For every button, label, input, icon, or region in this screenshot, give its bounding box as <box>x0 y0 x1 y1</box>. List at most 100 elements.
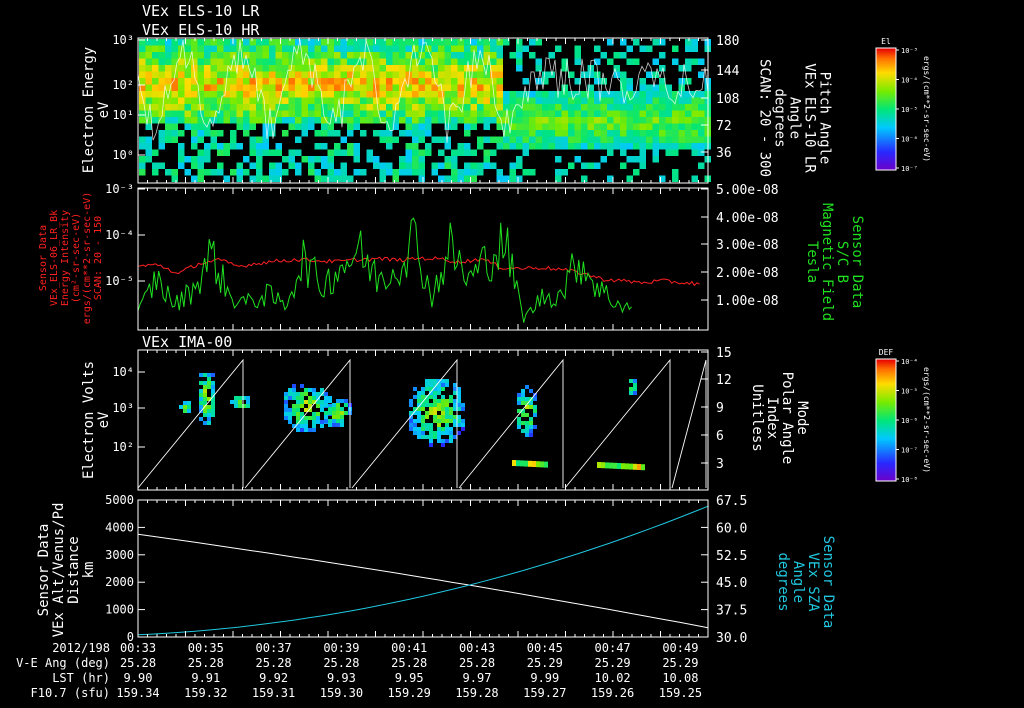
els-spectrogram-cell <box>249 143 256 150</box>
ima-spectrogram-cell <box>320 408 324 412</box>
els-spectrogram-cell <box>204 156 211 163</box>
els-spectrogram-cell <box>275 169 282 176</box>
els-spectrogram-cell <box>243 117 250 124</box>
els-spectrogram-cell <box>184 110 191 117</box>
ima-spectrogram-cell <box>453 419 457 423</box>
els-spectrogram-cell <box>529 136 536 143</box>
els-spectrogram-cell <box>139 136 146 143</box>
els-spectrogram-cell <box>334 143 341 150</box>
els-spectrogram-cell <box>574 136 581 143</box>
els-spectrogram-cell <box>152 52 159 59</box>
els-spectrogram-cell <box>444 175 451 182</box>
time-axis-cell: 159.30 <box>320 686 363 700</box>
els-spectrogram-cell <box>431 110 438 117</box>
ima-spectrogram-ylabel: Electron Volts eV <box>81 361 112 479</box>
els-spectrogram-cell <box>568 123 575 130</box>
els-spectrogram-cell <box>347 110 354 117</box>
els-spectrogram-cell <box>321 39 328 46</box>
els-spectrogram-cell <box>340 78 347 85</box>
els-spectrogram-cell <box>503 97 510 104</box>
els-spectrogram-cell <box>568 110 575 117</box>
els-spectrogram-cell <box>548 117 555 124</box>
ima-spectrogram-cell <box>453 407 457 411</box>
ima-spectrogram-cell <box>429 403 433 407</box>
els-spectrogram-cell <box>685 97 692 104</box>
els-spectrogram-cell <box>145 156 152 163</box>
els-spectrogram-cell <box>620 104 627 111</box>
els-spectrogram-cell <box>204 78 211 85</box>
ima-spectrogram-cell <box>433 403 437 407</box>
els-spectrogram-cell <box>139 162 146 169</box>
ima-spectrogram-cell <box>238 400 242 404</box>
els-spectrogram-cell <box>574 117 581 124</box>
els-spectrogram-cell <box>405 84 412 91</box>
ima-spectrogram-cell <box>300 396 304 400</box>
els-spectrogram-cell <box>334 84 341 91</box>
els-spectrogram-cell <box>334 130 341 137</box>
els-spectrogram-cell <box>288 110 295 117</box>
els-spectrogram-cell <box>444 143 451 150</box>
ima-spectrogram-cell <box>433 407 437 411</box>
els-spectrogram-cell <box>340 45 347 52</box>
els-spectrogram-cell <box>230 110 237 117</box>
energy-intensity-and-magnetic-field-y2-tick-label: 1.00e-08 <box>716 294 779 309</box>
energy-intensity-and-magnetic-field-ylabel-line: Sensor Data <box>38 225 49 291</box>
els-spectrogram-cell <box>282 58 289 65</box>
els-spectrogram-cell <box>496 175 503 182</box>
els-spectrogram-cell <box>223 149 230 156</box>
els-spectrogram-cell <box>191 84 198 91</box>
els-spectrogram-cell <box>379 169 386 176</box>
els-spectrogram-cell <box>392 52 399 59</box>
ima-spectrogram-cell <box>445 439 449 443</box>
els-spectrogram-y2-tick-label: 144 <box>716 64 740 79</box>
ima-spectrogram-cell <box>207 417 211 421</box>
els-spectrogram-cell <box>509 143 516 150</box>
els-spectrogram-cell <box>191 130 198 137</box>
els-spectrogram-cell <box>646 117 653 124</box>
els-spectrogram-cell <box>678 117 685 124</box>
els-spectrogram-cell <box>509 97 516 104</box>
time-axis-cell: 159.31 <box>252 686 295 700</box>
els-spectrogram-cell <box>568 104 575 111</box>
els-spectrogram-cell <box>620 52 627 59</box>
ima-spectrogram-cell <box>284 412 288 416</box>
els-spectrogram-cell <box>340 52 347 59</box>
els-spectrogram-cell <box>360 110 367 117</box>
els-spectrogram-cell <box>555 104 562 111</box>
ima-spectrogram-cell <box>629 391 633 395</box>
els-spectrogram-cell <box>139 117 146 124</box>
els-spectrogram-cell <box>698 123 705 130</box>
time-axis-cell: 159.32 <box>184 686 227 700</box>
time-axis-cell: 00:47 <box>595 641 631 655</box>
els-spectrogram-cell <box>171 84 178 91</box>
els-spectrogram-cell <box>451 52 458 59</box>
els-spectrogram-cell <box>379 136 386 143</box>
els-spectrogram-cell <box>470 97 477 104</box>
energy-intensity-and-magnetic-field-y2label-line: S/C B <box>834 241 850 283</box>
els-spectrogram-cell <box>633 136 640 143</box>
els-spectrogram-cell <box>646 104 653 111</box>
els-spectrogram-cell <box>613 110 620 117</box>
els-spectrogram-cell <box>269 175 276 182</box>
els-spectrogram-cell <box>178 162 185 169</box>
els-spectrogram-cell <box>236 97 243 104</box>
els-spectrogram-cell <box>470 39 477 46</box>
els-spectrogram-cell <box>152 39 159 46</box>
time-axis-cell: 10.02 <box>595 671 631 685</box>
els-spectrogram-cell <box>535 123 542 130</box>
els-spectrogram-cell <box>145 104 152 111</box>
els-spectrogram-cell <box>334 78 341 85</box>
els-spectrogram-cell <box>496 104 503 111</box>
els-spectrogram-cell <box>600 91 607 98</box>
els-spectrogram-cell <box>295 136 302 143</box>
els-spectrogram-cell <box>152 110 159 117</box>
els-spectrogram-cell <box>600 143 607 150</box>
els-spectrogram-cell <box>477 117 484 124</box>
ima-spectrogram-cell <box>417 415 421 419</box>
els-spectrogram-cell <box>412 162 419 169</box>
els-spectrogram-cell <box>633 169 640 176</box>
els-spectrogram-cell <box>698 130 705 137</box>
els-spectrogram-cell <box>191 162 198 169</box>
els-spectrogram-cell <box>412 123 419 130</box>
ima-spectrogram-cell <box>284 416 288 420</box>
